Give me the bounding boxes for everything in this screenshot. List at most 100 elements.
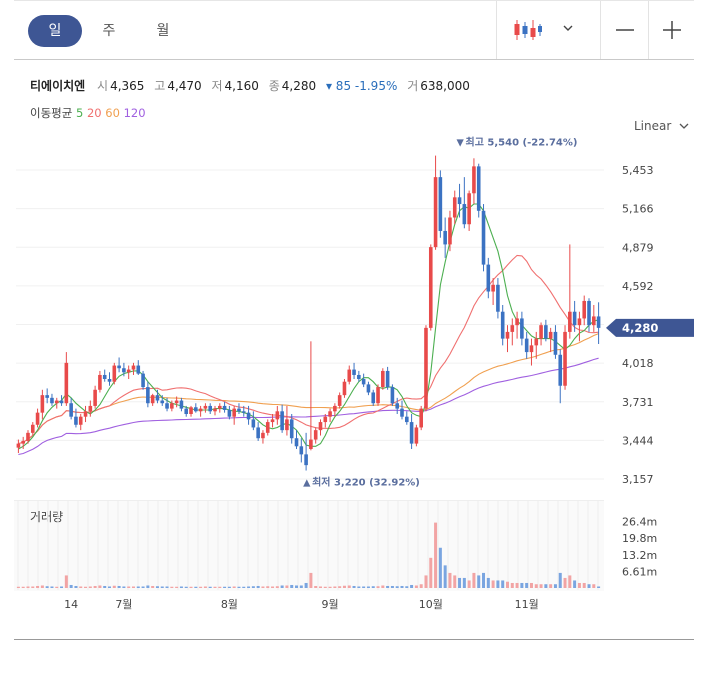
- volume-bar: [414, 585, 418, 588]
- volume-bar: [127, 586, 131, 588]
- volume-bar: [386, 585, 390, 588]
- candle-body: [179, 400, 184, 409]
- volume-bar: [553, 584, 557, 588]
- candle-body: [309, 439, 313, 449]
- volume-bar: [323, 586, 327, 588]
- candle-body: [568, 311, 572, 332]
- bottom-divider: [14, 639, 694, 640]
- candle-body: [150, 395, 155, 404]
- candle-body: [347, 369, 352, 382]
- candle-body: [299, 446, 304, 455]
- candle-body: [448, 217, 452, 245]
- candle-body: [155, 395, 160, 401]
- y-tick-label: 5,453: [622, 164, 654, 177]
- candle-body: [122, 368, 126, 373]
- candle-body: [232, 408, 236, 417]
- volume-bar: [438, 547, 442, 588]
- volume-bar: [103, 585, 107, 588]
- volume-bar: [299, 585, 303, 588]
- candle-body: [50, 397, 54, 404]
- volume-bar: [155, 586, 159, 588]
- candle-body: [217, 405, 222, 409]
- candle-body: [438, 177, 443, 231]
- candle-body: [102, 374, 107, 380]
- candle-body: [558, 354, 563, 386]
- volume-bar: [587, 584, 591, 588]
- candle-body: [194, 407, 198, 412]
- volume-bar: [242, 586, 246, 588]
- volume-bar: [544, 584, 548, 588]
- candle-body: [467, 193, 471, 225]
- volume-bar: [366, 586, 370, 588]
- volume-bar: [395, 586, 399, 588]
- volume-bar: [501, 580, 505, 588]
- volume-bar: [304, 582, 308, 588]
- candle-body: [452, 197, 457, 218]
- volume-bar: [424, 575, 428, 588]
- candle-body: [357, 374, 361, 380]
- candle-body: [93, 389, 97, 406]
- candle-body: [481, 210, 486, 265]
- candle-body: [323, 416, 328, 423]
- candle-body: [385, 370, 390, 388]
- volume-bar: [429, 557, 433, 588]
- candle-body: [587, 300, 591, 326]
- volume-bar: [525, 582, 529, 588]
- candle-body: [548, 331, 553, 339]
- volume-bar: [26, 586, 30, 588]
- candle-body: [213, 408, 217, 412]
- volume-bar: [280, 585, 284, 588]
- candle-body: [491, 284, 495, 292]
- volume-bar: [328, 586, 332, 588]
- volume-bar: [568, 575, 572, 588]
- volume-bar: [108, 586, 112, 588]
- volume-bar: [151, 585, 155, 588]
- volume-bar: [520, 582, 524, 588]
- volume-bar: [515, 582, 519, 588]
- candle-body: [333, 405, 337, 412]
- y-tick-label: 4,879: [622, 241, 654, 254]
- volume-bar: [400, 585, 404, 588]
- volume-bar: [376, 586, 380, 588]
- candle-body: [443, 230, 447, 245]
- volume-bar: [458, 577, 462, 588]
- volume-bar: [131, 586, 135, 588]
- candle-body: [117, 365, 121, 369]
- candle-body: [35, 412, 40, 425]
- volume-bar: [64, 575, 68, 588]
- candle-body: [275, 411, 280, 420]
- candle-body: [366, 384, 371, 393]
- price-chart[interactable]: 5,453 5,166 4,879 4,592 4,018 3,731 3,444 3,157…: [0, 0, 706, 683]
- volume-bar: [577, 582, 581, 588]
- candle-body: [328, 411, 332, 417]
- candle-body: [500, 311, 505, 339]
- volume-bar: [16, 586, 20, 588]
- x-tick-label: 14: [64, 598, 78, 611]
- volume-bar: [275, 586, 279, 588]
- volume-bar: [256, 585, 260, 588]
- volume-bar: [491, 580, 495, 588]
- volume-bar: [218, 586, 222, 588]
- candle-body: [237, 408, 241, 412]
- candle-body: [433, 177, 438, 248]
- volume-bar: [314, 585, 318, 588]
- candle-body: [414, 427, 419, 444]
- candle-body: [520, 318, 524, 339]
- volume-bar: [165, 586, 169, 588]
- volume-tick-label: 13.2m: [622, 549, 657, 562]
- candle-body: [64, 362, 69, 404]
- candle-body: [83, 411, 88, 417]
- candle-body: [592, 316, 596, 326]
- volume-bar: [352, 585, 356, 588]
- high-marker-icon: ▼: [457, 137, 465, 148]
- volume-bar: [227, 586, 231, 588]
- volume-bar: [338, 586, 342, 588]
- volume-bar: [462, 577, 466, 588]
- candle-body: [419, 408, 423, 428]
- volume-bar: [381, 585, 385, 588]
- y-tick-label: 5,166: [622, 203, 654, 216]
- candle-body: [572, 311, 577, 326]
- ma20-line: [18, 254, 599, 445]
- candle-body: [40, 395, 45, 413]
- x-tick-label: 11월: [515, 598, 539, 611]
